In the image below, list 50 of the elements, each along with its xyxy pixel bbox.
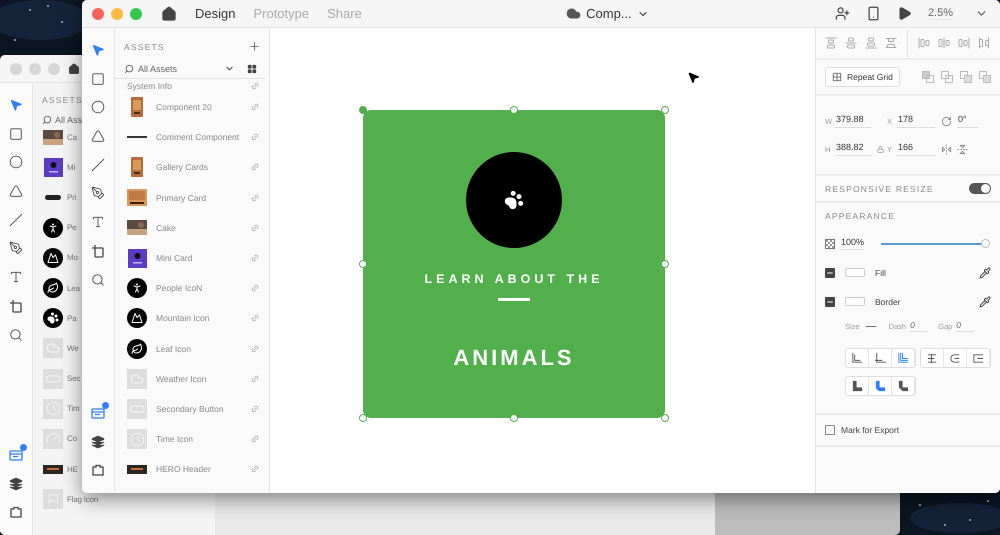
- property-label: Border: [875, 296, 902, 306]
- asset-item[interactable]: Pe: [33, 212, 76, 243]
- asset-item[interactable]: Sec: [33, 364, 80, 394]
- artboard-title: ANIMALS: [453, 345, 575, 371]
- asset-item[interactable]: Gallery Cards: [115, 152, 269, 183]
- asset-item[interactable]: Secondary Button: [115, 394, 269, 424]
- asset-item[interactable]: Cake: [115, 212, 269, 243]
- asset-item[interactable]: Leaf Icon: [115, 334, 269, 364]
- width-field[interactable]: 379.88: [835, 114, 871, 128]
- filter-dropdown[interactable]: All Assets: [115, 59, 265, 79]
- section-title: APPEARANCE: [825, 211, 896, 221]
- y-field[interactable]: 166: [897, 142, 935, 156]
- gap-field[interactable]: 0: [956, 320, 974, 332]
- mode-tab[interactable]: Share: [327, 6, 362, 21]
- zoom-field[interactable]: 2.5%: [928, 7, 954, 20]
- asset-item[interactable]: Tim: [33, 394, 80, 424]
- mode-tab[interactable]: Prototype: [253, 6, 310, 21]
- document-title[interactable]: Comp...: [566, 6, 649, 21]
- panel-title: ASSETS: [124, 42, 165, 52]
- asset-item[interactable]: Primary Card: [115, 182, 269, 213]
- checkbox-label: Mark for Export: [841, 425, 900, 435]
- asset-item[interactable]: Time Icon: [115, 424, 269, 454]
- opacity-field[interactable]: 100%: [841, 237, 864, 250]
- asset-item[interactable]: Component 20: [115, 92, 269, 122]
- x-field[interactable]: 178: [897, 114, 935, 128]
- asset-item[interactable]: Lea: [33, 272, 80, 304]
- asset-item[interactable]: People IcoN: [115, 273, 269, 304]
- asset-item[interactable]: HERO Header: [115, 454, 269, 484]
- asset-item[interactable]: Pri: [33, 182, 76, 213]
- asset-item[interactable]: Mini Card: [115, 242, 269, 274]
- panel-title: ASSETS: [42, 95, 83, 105]
- asset-item[interactable]: Comment Component: [115, 122, 269, 152]
- artboard-heading: LEARN ABOUT THE: [424, 272, 604, 286]
- section-title: RESPONSIVE RESIZE: [825, 184, 934, 194]
- asset-item[interactable]: Mountain Icon: [115, 303, 269, 334]
- asset-item[interactable]: Pa: [33, 303, 76, 334]
- mode-tab[interactable]: Design: [195, 6, 236, 21]
- height-field[interactable]: 388.82: [835, 142, 871, 156]
- asset-item[interactable]: Weather Icon: [115, 364, 269, 394]
- asset-item[interactable]: Flag Icon: [33, 484, 98, 514]
- asset-item[interactable]: Mi: [33, 152, 76, 182]
- dash-field[interactable]: 0: [910, 320, 928, 332]
- rotation-field[interactable]: 0°: [957, 114, 979, 128]
- asset-item[interactable]: System Info: [115, 79, 269, 92]
- asset-item[interactable]: We: [33, 333, 78, 364]
- property-label: Fill: [875, 268, 887, 278]
- asset-item[interactable]: Co: [33, 424, 77, 454]
- repeat-grid-button[interactable]: Repeat Grid: [825, 67, 900, 87]
- asset-item[interactable]: HE: [33, 454, 78, 484]
- asset-item[interactable]: Mo: [33, 242, 78, 273]
